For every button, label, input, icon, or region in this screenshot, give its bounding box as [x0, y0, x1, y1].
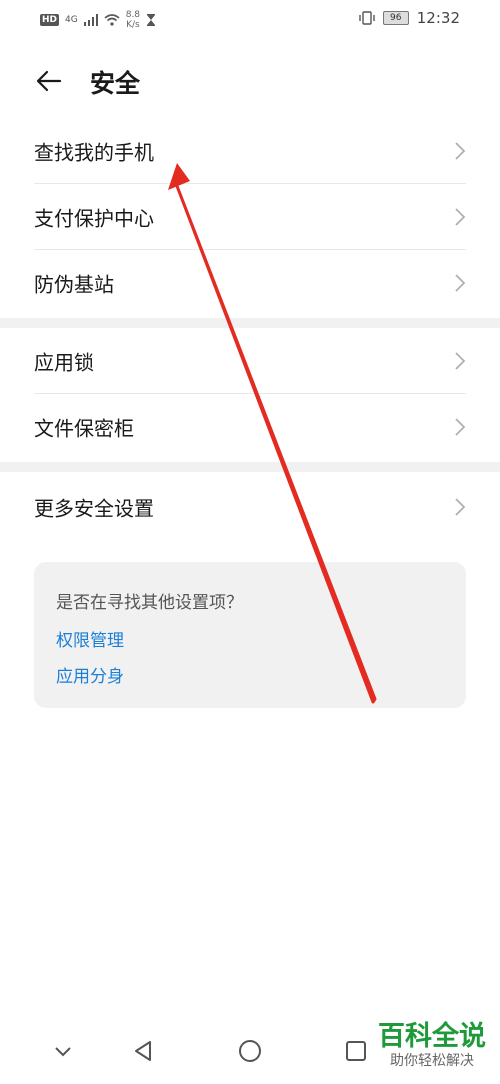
status-time: 12:32: [416, 9, 460, 27]
hd-badge: HD: [40, 14, 60, 26]
collapse-button[interactable]: [48, 1036, 78, 1066]
chevron-right-icon: [455, 142, 466, 160]
battery-indicator: 96: [382, 11, 409, 25]
settings-group-2: 应用锁 文件保密柜: [0, 328, 500, 460]
chevron-right-icon: [455, 274, 466, 292]
link-permission-management[interactable]: 权限管理: [56, 626, 124, 651]
speed-unit: K/s: [126, 20, 140, 30]
status-left: HD 4G 8.8 K/s: [40, 10, 156, 30]
row-file-safe[interactable]: 文件保密柜: [0, 394, 500, 460]
speed-value: 8.8: [125, 10, 141, 20]
section-gap: [0, 318, 500, 328]
link-app-twin[interactable]: 应用分身: [56, 662, 124, 687]
row-fake-base-station[interactable]: 防伪基站: [0, 250, 500, 316]
suggestion-card: 是否在寻找其他设置项？ 权限管理 应用分身: [34, 562, 466, 708]
row-more-security[interactable]: 更多安全设置: [0, 474, 500, 540]
vibrate-icon: [359, 11, 375, 25]
header: 安全: [0, 58, 500, 104]
row-find-my-phone[interactable]: 查找我的手机: [0, 118, 500, 184]
signal-icon: [83, 14, 98, 26]
recents-button[interactable]: [341, 1036, 371, 1066]
settings-group-1: 查找我的手机 支付保护中心 防伪基站: [0, 118, 500, 316]
square-recents-icon: [346, 1041, 366, 1061]
row-app-lock[interactable]: 应用锁: [0, 328, 500, 394]
network-type: 4G: [65, 15, 78, 25]
wifi-icon: [104, 14, 120, 26]
status-bar: HD 4G 8.8 K/s 96 12:32: [0, 0, 500, 40]
chevron-right-icon: [455, 352, 466, 370]
page-title: 安全: [90, 69, 141, 98]
row-label: 应用锁: [34, 350, 94, 375]
settings-group-3: 更多安全设置: [0, 474, 500, 540]
watermark-main-text: 百科全说: [378, 1021, 486, 1052]
arrow-left-icon: [36, 70, 62, 92]
chevron-down-icon: [55, 1047, 71, 1057]
row-payment-protection[interactable]: 支付保护中心: [0, 184, 500, 250]
network-speed: 8.8 K/s: [126, 10, 140, 30]
row-label: 防伪基站: [34, 272, 114, 297]
chevron-right-icon: [455, 498, 466, 516]
circle-home-icon: [239, 1040, 261, 1062]
home-button[interactable]: [235, 1036, 265, 1066]
back-button[interactable]: [34, 66, 64, 96]
row-label: 更多安全设置: [34, 496, 154, 521]
triangle-back-icon: [135, 1041, 151, 1061]
chevron-right-icon: [455, 208, 466, 226]
status-right: 96 12:32: [359, 9, 460, 27]
nav-back-button[interactable]: [128, 1036, 158, 1066]
suggestion-question: 是否在寻找其他设置项？: [56, 593, 243, 613]
row-label: 文件保密柜: [34, 416, 134, 441]
section-gap: [0, 462, 500, 472]
row-label: 支付保护中心: [34, 206, 154, 231]
watermark-logo: 百科全说 助你轻松解决: [378, 1022, 486, 1070]
hourglass-icon: [147, 14, 156, 26]
watermark-sub-text: 助你轻松解决: [390, 1053, 474, 1069]
row-label: 查找我的手机: [34, 140, 154, 165]
chevron-right-icon: [455, 418, 466, 436]
